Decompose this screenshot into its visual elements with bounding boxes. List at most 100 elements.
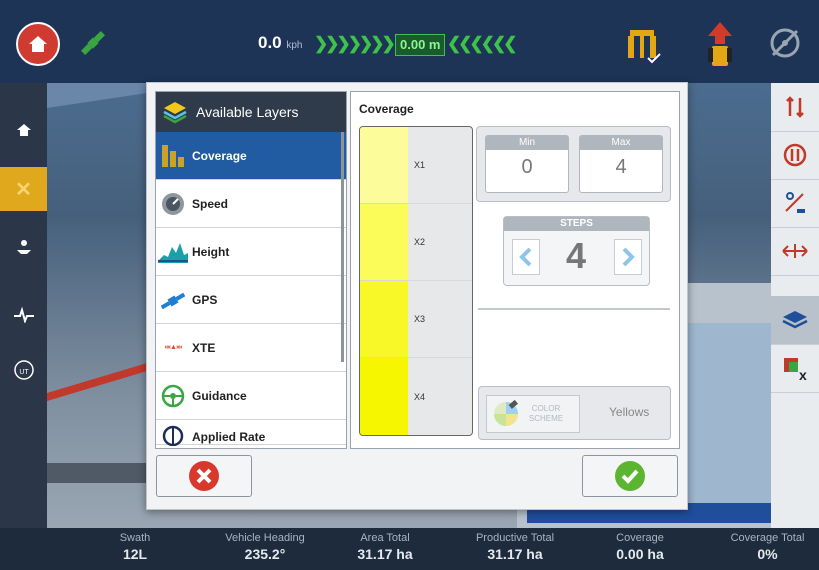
- stat-label: Swath: [119, 532, 151, 544]
- min-field[interactable]: Min 0: [485, 135, 569, 193]
- stat-value: 12L: [122, 546, 148, 562]
- diagnostics-nav-button[interactable]: [0, 293, 47, 337]
- run-nav-button[interactable]: ✕: [0, 167, 47, 211]
- implement-icon[interactable]: [620, 22, 664, 66]
- swath-width-button[interactable]: [771, 227, 819, 276]
- rx-icon: x: [784, 358, 807, 382]
- available-layers-list: Available Layers Coverage Speed Height G…: [155, 91, 347, 449]
- stat-label: Area Total: [360, 532, 410, 544]
- pulse-icon: [13, 307, 34, 323]
- stat-label: Productive Total: [475, 532, 555, 544]
- applied-rate-icon: [158, 424, 188, 446]
- status-bar: Swath 12L Vehicle Heading 235.2° Area Tota…: [0, 528, 819, 570]
- top-bar: 0.0 kph ❯❯❯❯❯❯❯ 0.00 m ❮❮❮❮❮❮: [0, 0, 819, 83]
- home-nav-button[interactable]: [0, 108, 47, 152]
- legend-swatch: [360, 127, 408, 203]
- runner-icon: ✕: [15, 178, 32, 201]
- legend-label: X2: [414, 237, 426, 247]
- speed-unit: kph: [286, 40, 303, 51]
- stat-heading: Vehicle Heading 235.2°: [205, 532, 325, 562]
- layer-height[interactable]: Height: [156, 228, 346, 276]
- legend-label: X3: [414, 314, 426, 324]
- color-scheme-selector[interactable]: COLOR SCHEME Yellows: [478, 386, 671, 440]
- confirm-button[interactable]: [582, 455, 678, 497]
- stat-value: 31.17 ha: [487, 546, 543, 562]
- legend-row: X2: [360, 204, 472, 281]
- layer-gps[interactable]: GPS: [156, 276, 346, 324]
- layer-coverage[interactable]: Coverage: [156, 132, 346, 180]
- divider: [478, 308, 670, 310]
- waypoint-icon: [785, 192, 805, 213]
- stat-label: Coverage Total: [730, 532, 805, 544]
- min-max-group: Min 0 Max 4: [476, 126, 671, 202]
- coverage-title: Coverage: [359, 102, 414, 116]
- field-icon: [16, 240, 31, 254]
- max-field[interactable]: Max 4: [579, 135, 663, 193]
- steps-value: 4: [565, 235, 587, 276]
- xte-icon: «‹‹▲››»: [164, 344, 182, 351]
- stat-label: Coverage: [616, 532, 664, 544]
- stat-value: 235.2°: [244, 546, 286, 562]
- steps-decrement-button[interactable]: [512, 239, 540, 275]
- layers-dialog: Available Layers Coverage Speed Height G…: [146, 82, 688, 510]
- ut-nav-button[interactable]: UT: [0, 348, 47, 392]
- steering-disabled-icon[interactable]: [768, 26, 802, 60]
- offset-badge: 0.00 m: [395, 34, 446, 56]
- max-label: Max: [580, 136, 662, 150]
- stat-coverage: Coverage 0.00 ha: [600, 532, 680, 562]
- coverage-legend: X1 X2 X3 X4: [359, 126, 473, 436]
- waypoint-button[interactable]: [771, 179, 819, 228]
- stat-value: 31.17 ha: [357, 546, 413, 562]
- coverage-settings-panel: Coverage X1 X2 X3 X4 Min 0 Max 4 STEPS 4: [350, 91, 680, 449]
- guidance-lines-button[interactable]: [771, 83, 819, 132]
- steps-increment-button[interactable]: [614, 239, 642, 275]
- ut-icon: UT: [13, 360, 34, 380]
- layer-speed[interactable]: Speed: [156, 180, 346, 228]
- layer-label: Height: [192, 244, 230, 259]
- satellite-icon[interactable]: [76, 26, 110, 60]
- layer-label: Speed: [192, 196, 229, 211]
- layers-button[interactable]: [771, 296, 819, 345]
- layers-scrollbar[interactable]: [341, 132, 344, 362]
- color-scheme-value: Yellows: [609, 405, 650, 419]
- cancel-button[interactable]: [156, 455, 252, 497]
- offset-value: 0.00 m: [400, 37, 441, 52]
- layer-xte[interactable]: «‹‹▲››» XTE: [156, 324, 346, 372]
- layer-applied-rate[interactable]: Applied Rate: [156, 420, 346, 446]
- layer-label: GPS: [192, 292, 218, 307]
- rotate-icon: [783, 143, 807, 167]
- speed-readout: 0.0 kph: [258, 33, 303, 53]
- legend-swatch: [360, 358, 408, 435]
- guidance-icon: [158, 381, 188, 411]
- stat-label: Vehicle Heading: [225, 532, 305, 544]
- speed-value: 0.0: [258, 33, 282, 52]
- left-chevrons-icon: ❮❮❮❮❮❮: [447, 34, 517, 53]
- home-button[interactable]: [16, 22, 60, 66]
- stat-value: 0%: [757, 546, 778, 562]
- stat-coverage-total: Coverage Total 0%: [720, 532, 815, 562]
- layers-stack-icon: [162, 99, 188, 125]
- color-scheme-button[interactable]: COLOR SCHEME: [486, 395, 580, 433]
- steering-engage-icon[interactable]: [702, 20, 738, 70]
- layer-label: Coverage: [192, 148, 247, 163]
- stat-area-total: Area Total 31.17 ha: [345, 532, 425, 562]
- stat-swath: Swath 12L: [100, 532, 170, 562]
- field-nav-button[interactable]: [0, 226, 47, 270]
- layer-guidance[interactable]: Guidance: [156, 372, 346, 420]
- legend-row: X4: [360, 358, 472, 435]
- home-icon: [16, 124, 31, 136]
- stat-productive-total: Productive Total 31.17 ha: [460, 532, 570, 562]
- home-icon: [29, 36, 47, 52]
- prescription-button[interactable]: x: [771, 344, 819, 393]
- layers-title: Available Layers: [196, 104, 299, 120]
- legend-row: X3: [360, 281, 472, 358]
- max-value: 4: [615, 156, 627, 178]
- chevron-right-icon: [622, 247, 635, 267]
- right-sidebar: x: [771, 83, 819, 528]
- legend-row: X1: [360, 127, 472, 204]
- steps-control: STEPS 4: [503, 216, 650, 286]
- speed-icon: [158, 189, 188, 219]
- legend-swatch: [360, 204, 408, 280]
- stat-value: 0.00 ha: [616, 546, 664, 562]
- rotate-button[interactable]: [771, 131, 819, 180]
